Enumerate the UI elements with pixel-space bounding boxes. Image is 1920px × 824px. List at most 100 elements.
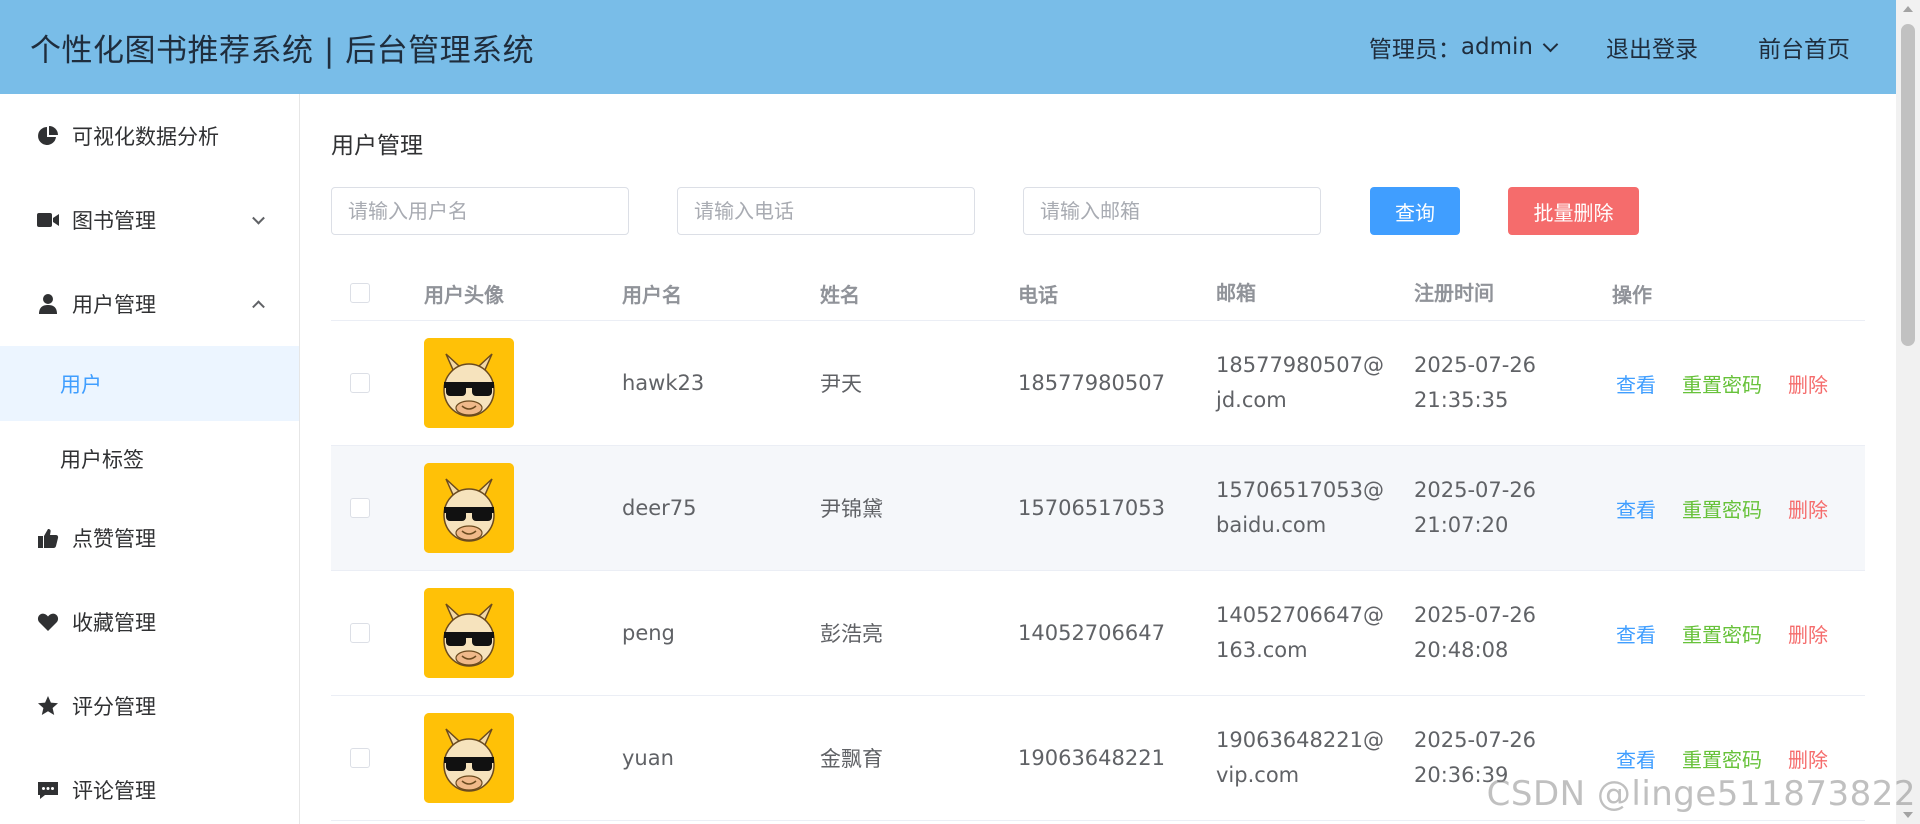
logout-link[interactable]: 退出登录 — [1606, 30, 1698, 64]
cell-actions: 查看 重置密码 删除 — [1612, 619, 1865, 648]
cell-username: peng — [622, 621, 675, 645]
email-line-2: baidu.com — [1216, 513, 1327, 537]
sidebar-item-likes[interactable]: 点赞管理 — [0, 496, 299, 580]
reset-password-button[interactable]: 重置密码 — [1682, 494, 1762, 523]
cell-phone: 15706517053 — [1018, 496, 1165, 520]
view-button[interactable]: 查看 — [1616, 494, 1656, 523]
sidebar-item-label: 评论管理 — [72, 779, 156, 803]
email-line-2: vip.com — [1216, 763, 1300, 787]
cell-phone: 18577980507 — [1018, 371, 1165, 395]
view-button[interactable]: 查看 — [1616, 744, 1656, 773]
chevron-up-icon — [252, 300, 265, 314]
sidebar-item-users[interactable]: 用户管理 — [0, 262, 299, 346]
sidebar-item-data-analysis[interactable]: 可视化数据分析 — [0, 94, 299, 178]
cell-name: 彭浩亮 — [820, 622, 883, 646]
page-title: 用户管理 — [331, 133, 423, 159]
comment-icon — [36, 778, 60, 802]
column-header-email: 邮箱 — [1216, 280, 1256, 305]
select-all-checkbox[interactable] — [350, 283, 370, 303]
column-header-register-time: 注册时间 — [1414, 280, 1494, 305]
reset-password-button[interactable]: 重置密码 — [1682, 369, 1762, 398]
sidebar-item-label: 图书管理 — [72, 209, 156, 233]
cell-actions: 查看 重置密码 删除 — [1612, 369, 1865, 398]
register-date: 2025-07-26 — [1414, 353, 1537, 377]
avatar — [424, 588, 514, 678]
email-line-2: 163.com — [1216, 638, 1308, 662]
cell-email: 19063648221@ vip.com — [1216, 723, 1414, 793]
cell-email: 18577980507@ jd.com — [1216, 348, 1414, 418]
email-line-1: 15706517053@ — [1216, 478, 1384, 502]
sidebar-item-comments[interactable]: 评论管理 — [0, 748, 299, 824]
cell-phone: 19063648221 — [1018, 746, 1165, 770]
cell-phone: 14052706647 — [1018, 621, 1165, 645]
view-button[interactable]: 查看 — [1616, 369, 1656, 398]
star-icon — [36, 694, 60, 718]
video-camera-icon — [36, 208, 60, 232]
row-checkbox[interactable] — [350, 623, 370, 643]
cell-username: hawk23 — [622, 371, 705, 395]
user-icon — [36, 292, 60, 316]
cell-actions: 查看 重置密码 删除 — [1612, 494, 1865, 523]
email-line-2: jd.com — [1216, 388, 1287, 412]
delete-button[interactable]: 删除 — [1788, 369, 1828, 398]
username-search-input[interactable] — [331, 187, 629, 235]
email-line-1: 18577980507@ — [1216, 353, 1384, 377]
header-actions: 管理员： admin 退出登录 前台首页 — [1369, 30, 1866, 64]
heart-icon — [36, 610, 60, 634]
register-date: 2025-07-26 — [1414, 478, 1537, 502]
reset-password-button[interactable]: 重置密码 — [1682, 744, 1762, 773]
table-row: hawk23 尹天 18577980507 18577980507@ jd.com… — [331, 321, 1865, 446]
delete-button[interactable]: 删除 — [1788, 619, 1828, 648]
query-button[interactable]: 查询 — [1370, 187, 1460, 235]
table-row: peng 彭浩亮 14052706647 14052706647@ 163.com… — [331, 571, 1865, 696]
main-content: 用户管理 查询 批量删除 用户头像 用户名 姓名 电话 邮箱 注册时间 操作 — [300, 94, 1896, 824]
column-header-name: 姓名 — [820, 282, 860, 307]
sidebar-item-label: 点赞管理 — [72, 527, 156, 551]
page-scrollbar[interactable] — [1896, 0, 1920, 824]
batch-delete-button[interactable]: 批量删除 — [1508, 187, 1639, 235]
row-checkbox[interactable] — [350, 373, 370, 393]
register-time: 21:07:20 — [1414, 513, 1509, 537]
sidebar-item-label: 评分管理 — [72, 695, 156, 719]
cell-name: 尹锦黛 — [820, 497, 883, 521]
sidebar-item-books[interactable]: 图书管理 — [0, 178, 299, 262]
chevron-down-icon — [252, 211, 265, 225]
column-header-avatar: 用户头像 — [424, 282, 504, 307]
cell-username: deer75 — [622, 496, 697, 520]
scroll-thumb[interactable] — [1901, 24, 1915, 346]
sidebar-subitem-users[interactable]: 用户 — [0, 346, 299, 421]
scroll-up-arrow-icon[interactable] — [1903, 6, 1913, 12]
sidebar-item-label: 可视化数据分析 — [72, 125, 219, 149]
sidebar-item-ratings[interactable]: 评分管理 — [0, 664, 299, 748]
phone-search-input[interactable] — [677, 187, 975, 235]
watermark: CSDN @linge511873822 — [1486, 774, 1916, 814]
cell-name: 尹天 — [820, 372, 862, 396]
pie-chart-icon — [36, 124, 60, 148]
admin-name: admin — [1460, 34, 1533, 60]
admin-label: 管理员： — [1368, 37, 1461, 63]
email-line-1: 19063648221@ — [1216, 728, 1384, 752]
row-checkbox[interactable] — [350, 498, 370, 518]
avatar — [424, 713, 514, 803]
reset-password-button[interactable]: 重置密码 — [1682, 619, 1762, 648]
row-checkbox[interactable] — [350, 748, 370, 768]
register-date: 2025-07-26 — [1414, 728, 1537, 752]
cell-email: 15706517053@ baidu.com — [1216, 473, 1414, 543]
delete-button[interactable]: 删除 — [1788, 744, 1828, 773]
email-search-input[interactable] — [1023, 187, 1321, 235]
frontpage-link[interactable]: 前台首页 — [1758, 30, 1850, 64]
sidebar-subitem-user-tags[interactable]: 用户标签 — [0, 421, 299, 496]
thumbs-up-icon — [36, 526, 60, 550]
cell-actions: 查看 重置密码 删除 — [1612, 744, 1865, 773]
sidebar-item-favorites[interactable]: 收藏管理 — [0, 580, 299, 664]
register-time: 21:35:35 — [1414, 388, 1509, 412]
avatar — [424, 463, 514, 553]
admin-dropdown[interactable]: 管理员： admin — [1368, 30, 1559, 64]
search-bar: 查询 批量删除 — [331, 187, 1639, 235]
view-button[interactable]: 查看 — [1616, 619, 1656, 648]
delete-button[interactable]: 删除 — [1788, 494, 1828, 523]
cell-register-time: 2025-07-26 20:48:08 — [1414, 598, 1612, 668]
cell-register-time: 2025-07-26 21:07:20 — [1414, 473, 1612, 543]
table-header: 用户头像 用户名 姓名 电话 邮箱 注册时间 操作 — [331, 266, 1865, 321]
column-header-actions: 操作 — [1612, 282, 1652, 307]
